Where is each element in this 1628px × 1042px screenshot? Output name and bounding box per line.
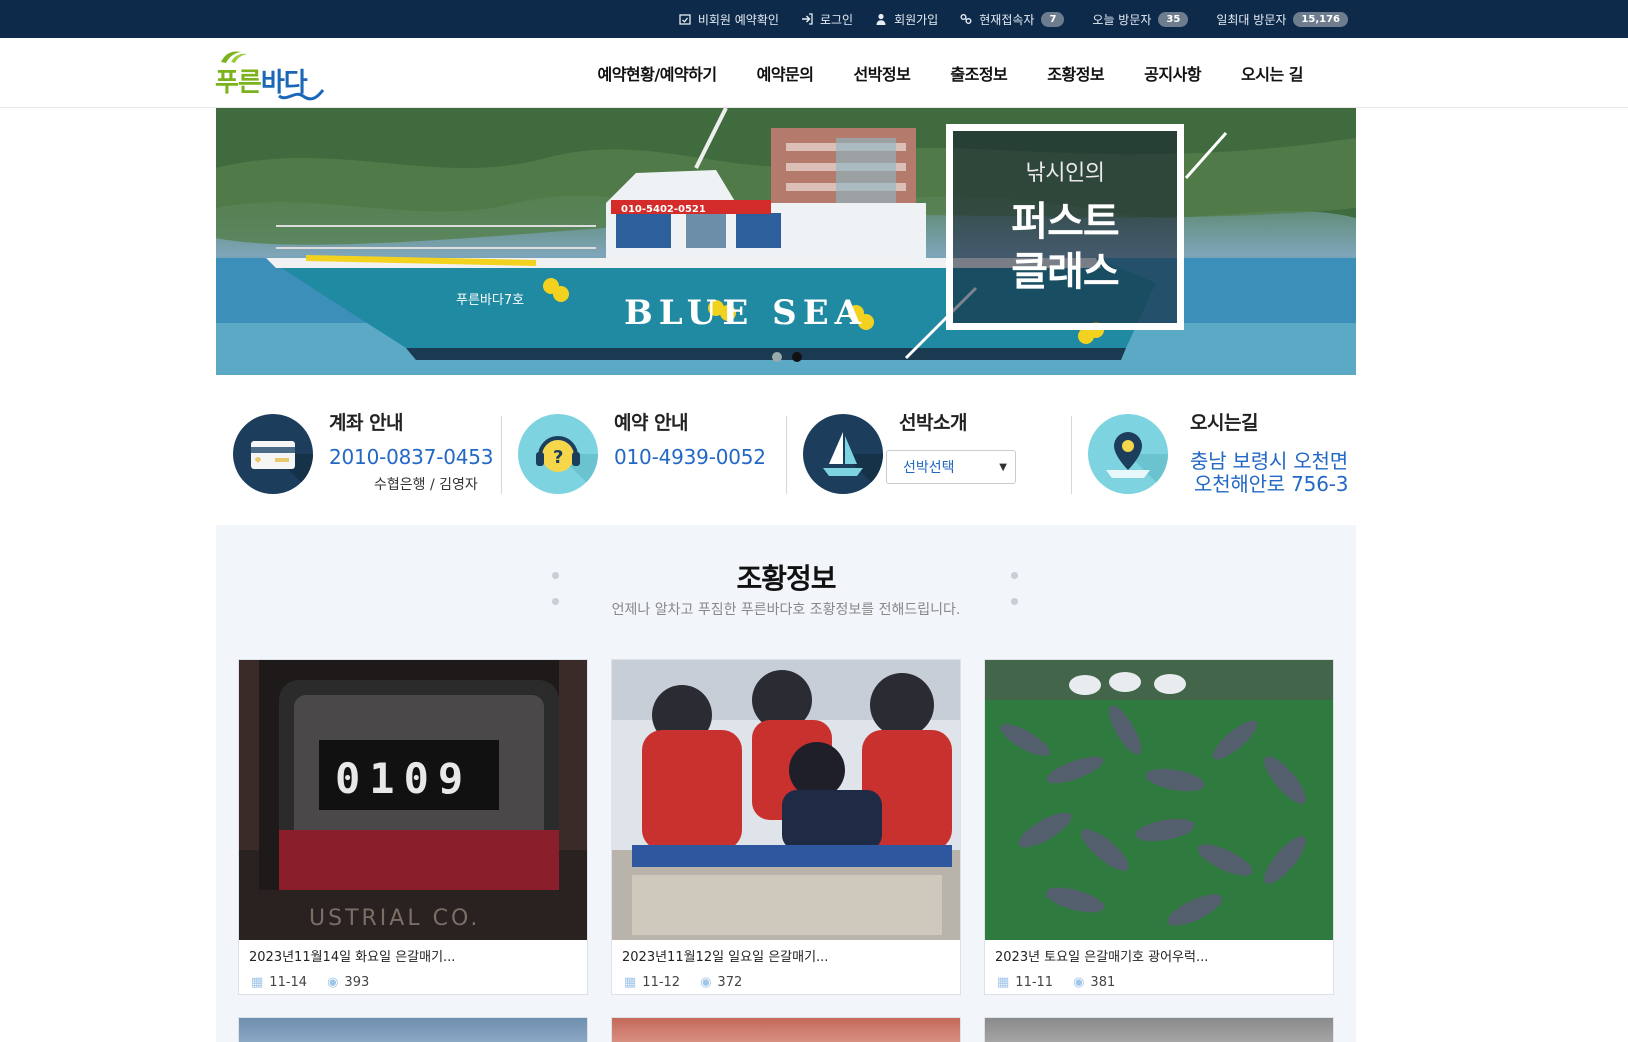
directions-title: 오시는길: [1190, 412, 1258, 434]
report-card-partial[interactable]: [238, 1017, 588, 1042]
max-visitors: 일최대 방문자 15,176: [1216, 11, 1348, 28]
sign-in-icon: [801, 13, 813, 25]
slider-dot-2[interactable]: [792, 352, 802, 362]
login-label: 로그인: [819, 12, 854, 27]
nav-fishing-report[interactable]: 조황정보: [1027, 61, 1124, 85]
report-title[interactable]: 2023년11월12일 일요일 은갈매기...: [622, 946, 960, 965]
calendar-icon: ▦: [997, 975, 1010, 990]
directions-info: 오시는길 충남 보령시 오천면 오천해안로 756-3: [1071, 400, 1356, 510]
nav-departure-info[interactable]: 출조정보: [930, 61, 1027, 85]
main-nav: 예약현황/예약하기 예약문의 선박정보 출조정보 조황정보 공지사항 오시는 길: [577, 38, 1323, 108]
account-holder: 수협은행 / 김영자: [374, 477, 478, 493]
hero-boat-image: BLUE SEA 푸른바다7호 010-5402-0521: [216, 108, 1356, 375]
report-card-list-row2: [238, 1017, 1334, 1042]
wave-logo-icon: [278, 89, 325, 101]
nav-vessel-info[interactable]: 선박정보: [833, 61, 930, 85]
account-info: 계좌 안내 2010-0837-0453 수협은행 / 김영자: [216, 400, 501, 510]
report-date: 11-14: [269, 975, 308, 990]
credit-card-icon: [233, 414, 313, 494]
hero-slogan-box: 낚시인의 퍼스트 클래스: [946, 124, 1184, 330]
slider-pagination: [772, 352, 802, 362]
map-pin-icon: [1088, 414, 1168, 494]
info-strip: 계좌 안내 2010-0837-0453 수협은행 / 김영자 ? 예약 안내 …: [216, 400, 1356, 510]
current-users-count-badge: 7: [1041, 11, 1065, 27]
current-users-label: 현재접속자: [979, 12, 1035, 27]
report-card-partial[interactable]: [611, 1017, 961, 1042]
signup-link[interactable]: 회원가입: [875, 11, 938, 28]
report-thumbnail-counter[interactable]: 0109 USTRIAL CO.: [239, 660, 587, 940]
headset-icon: ?: [518, 414, 598, 494]
report-card[interactable]: 0109 USTRIAL CO. 2023년11월14일 화요일 은갈매기...…: [238, 659, 588, 995]
account-number: 2010-0837-0453: [329, 445, 494, 469]
nav-notice[interactable]: 공지사항: [1124, 61, 1221, 85]
boat-hull-text: BLUE SEA: [624, 293, 867, 333]
nav-inquiry[interactable]: 예약문의: [737, 61, 834, 85]
top-bar: 비회원 예약확인 로그인 회원가입 현재접속자 7 오늘 방문자 35 일최대 …: [0, 0, 1628, 38]
hero-title-line2: 클래스: [1011, 249, 1119, 295]
report-date: 11-12: [642, 975, 681, 990]
vessel-select-value: 선박선택: [903, 460, 955, 476]
boat-hull-name: 푸른바다7호: [456, 293, 524, 308]
hero-subtitle: 낚시인의: [1025, 161, 1105, 186]
link-icon: [960, 14, 972, 24]
signup-label: 회원가입: [894, 12, 939, 27]
directions-line2: 오천해안로 756-3: [1194, 472, 1349, 496]
report-thumbnail-fish[interactable]: [985, 660, 1333, 940]
max-visitors-label: 일최대 방문자: [1216, 12, 1287, 27]
report-date: 11-11: [1015, 975, 1054, 990]
section-subtitle: 언제나 알차고 푸짐한 푸른바다호 조황정보를 전해드립니다.: [611, 602, 961, 618]
site-header: 푸른바다 예약현황/예약하기 예약문의 선박정보 출조정보 조황정보 공지사항 …: [0, 38, 1628, 108]
fishing-report-section: 조황정보 언제나 알차고 푸짐한 푸른바다호 조황정보를 전해드립니다. 010…: [216, 525, 1356, 1042]
boat-cabin-phone: 010-5402-0521: [621, 204, 706, 215]
reservation-phone[interactable]: 010-4939-0052: [614, 445, 766, 469]
eye-icon: ◉: [1073, 975, 1085, 990]
report-title[interactable]: 2023년 토요일 은갈매기호 광어우럭...: [995, 946, 1333, 965]
report-views: 372: [717, 975, 743, 990]
slider-dot-1[interactable]: [772, 352, 782, 362]
report-views: 393: [344, 975, 370, 990]
account-title: 계좌 안내: [329, 412, 404, 434]
logo-text-green: 푸른: [215, 68, 262, 98]
counter-digits: 0109: [335, 754, 472, 803]
report-thumbnail-anglers[interactable]: [612, 660, 960, 940]
report-card[interactable]: 2023년11월12일 일요일 은갈매기... ▦ 11-12 ◉ 372: [611, 659, 961, 995]
login-link[interactable]: 로그인: [801, 11, 853, 28]
vessel-select[interactable]: 선박선택 ▼: [886, 450, 1016, 484]
vessel-info: 선박소개 선박선택 ▼: [786, 400, 1071, 510]
calendar-check-icon: [679, 14, 691, 25]
nav-reservation[interactable]: 예약현황/예약하기: [577, 61, 736, 85]
sailboat-icon: [803, 414, 883, 494]
chevron-down-icon: ▼: [999, 462, 1007, 473]
today-visitors-label: 오늘 방문자: [1092, 12, 1152, 27]
guest-reservation-link[interactable]: 비회원 예약확인: [679, 11, 779, 28]
user-icon: [876, 13, 886, 25]
calendar-icon: ▦: [251, 975, 264, 990]
report-views: 381: [1090, 975, 1116, 990]
site-logo[interactable]: 푸른바다: [215, 48, 327, 101]
max-visitors-badge: 15,176: [1293, 11, 1348, 27]
svg-text:USTRIAL CO.: USTRIAL CO.: [309, 906, 480, 931]
current-users-link[interactable]: 현재접속자 7: [960, 11, 1065, 28]
reservation-info: ? 예약 안내 010-4939-0052: [501, 400, 786, 510]
report-card[interactable]: 2023년 토요일 은갈매기호 광어우럭... ▦ 11-11 ◉ 381: [984, 659, 1334, 995]
report-card-partial[interactable]: [984, 1017, 1334, 1042]
guest-reservation-label: 비회원 예약확인: [697, 12, 779, 27]
report-card-list: 0109 USTRIAL CO. 2023년11월14일 화요일 은갈매기...…: [238, 659, 1334, 995]
hero-title-line1: 퍼스트: [1011, 199, 1119, 245]
hero-slider: BLUE SEA 푸른바다7호 010-5402-0521 낚시인의 퍼스트 클…: [216, 108, 1356, 375]
today-visitors: 오늘 방문자 35: [1092, 11, 1189, 28]
today-visitors-badge: 35: [1158, 11, 1189, 27]
nav-directions[interactable]: 오시는 길: [1221, 61, 1323, 85]
section-title: 조황정보: [736, 562, 836, 595]
svg-text:?: ?: [553, 447, 563, 468]
calendar-icon: ▦: [624, 975, 637, 990]
report-title[interactable]: 2023년11월14일 화요일 은갈매기...: [249, 946, 587, 965]
reservation-title: 예약 안내: [614, 412, 689, 434]
vessel-title: 선박소개: [899, 412, 967, 434]
eye-icon: ◉: [327, 975, 339, 990]
eye-icon: ◉: [700, 975, 712, 990]
